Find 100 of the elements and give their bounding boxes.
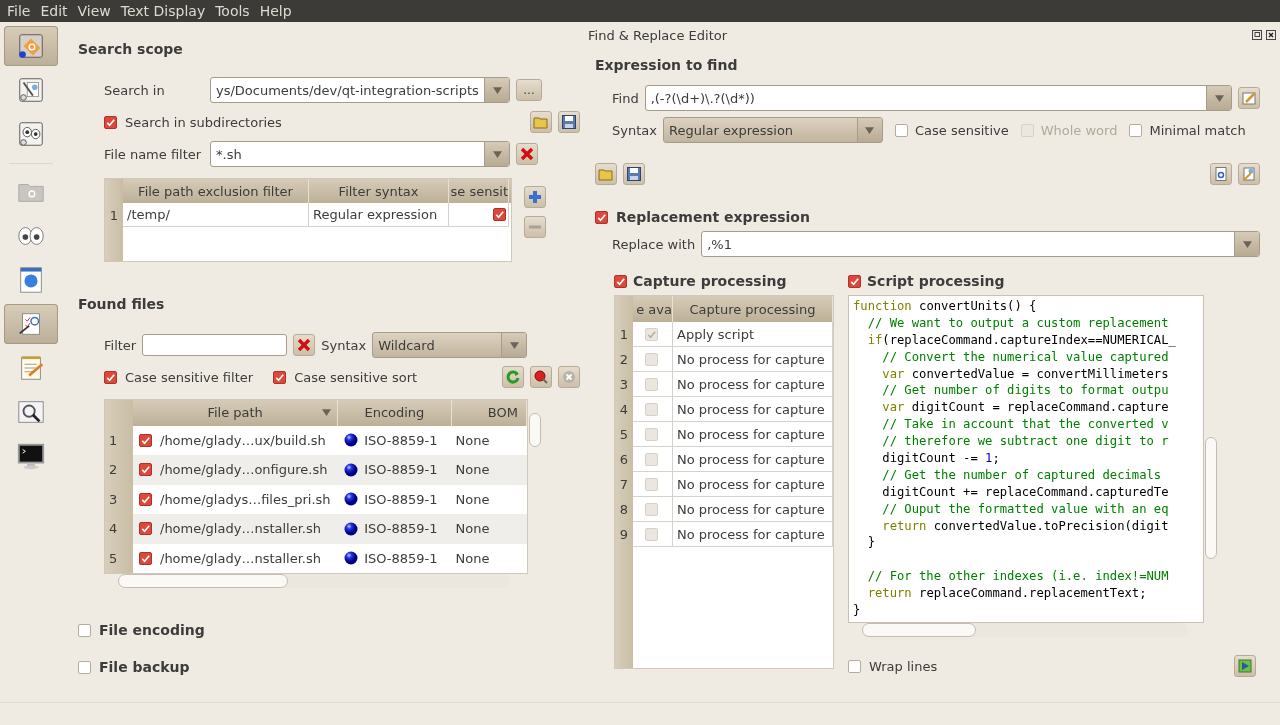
eyes-icon xyxy=(16,119,46,149)
open-folder-button[interactable] xyxy=(530,111,552,133)
checkbox[interactable] xyxy=(848,274,861,288)
checkbox[interactable] xyxy=(595,210,608,224)
code-line: var convertedValue = convertMillimeters xyxy=(881,365,1170,383)
save-button[interactable] xyxy=(558,111,580,133)
plus-icon xyxy=(527,189,543,205)
browse-button[interactable]: ... xyxy=(516,79,542,101)
checkbox[interactable] xyxy=(139,522,152,536)
checkbox[interactable] xyxy=(493,208,506,221)
table-cell: None xyxy=(451,514,527,544)
column-header[interactable]: File path exclusion filter xyxy=(123,179,309,203)
edit-button[interactable] xyxy=(1238,87,1260,109)
add-button[interactable] xyxy=(524,186,546,208)
table-corner xyxy=(615,296,633,322)
file-path: /home/glady…nstaller.sh xyxy=(160,550,321,566)
section-title: Script processing xyxy=(867,273,1005,289)
checkbox[interactable] xyxy=(894,123,908,137)
table-cell: No process for capture xyxy=(673,372,833,397)
checkbox[interactable] xyxy=(273,370,287,384)
table-cell: No process for capture xyxy=(673,472,833,497)
row-number: 1 xyxy=(615,322,633,347)
menu-item[interactable]: Text Display xyxy=(115,3,211,19)
column-header[interactable]: File path xyxy=(133,400,339,426)
field-label: Syntax xyxy=(321,337,367,353)
code-line: // Take in account that the converted v xyxy=(881,416,1170,434)
float-icon[interactable] xyxy=(1252,30,1262,40)
checkbox-label: Case sensitive filter xyxy=(125,369,254,385)
checkbox-label: Search in subdirectories xyxy=(125,114,283,130)
run-button[interactable] xyxy=(1234,655,1256,677)
code-line: var digitCount = replaceCommand.capture xyxy=(881,399,1170,417)
dropdown-caret-icon xyxy=(509,341,519,349)
checkbox[interactable] xyxy=(614,274,627,288)
clear-filter-button[interactable] xyxy=(293,334,316,356)
table-cell-text: None xyxy=(454,490,491,509)
encoding-text: ISO-8859-1 xyxy=(364,432,438,448)
menu-item[interactable]: View xyxy=(72,3,116,19)
code-line: if(replaceCommand.captureIndex==NUMERICAL_ xyxy=(866,331,1177,349)
column-header[interactable]: Encoding xyxy=(338,400,452,426)
save-button[interactable] xyxy=(623,163,645,185)
checkbox[interactable] xyxy=(139,551,152,565)
checkbox[interactable] xyxy=(848,659,861,673)
code-line: // therefore we subtract one digit to r xyxy=(881,433,1170,450)
checkbox[interactable] xyxy=(104,115,117,129)
open-button[interactable] xyxy=(595,163,617,185)
file-path: /home/glady…ux/build.sh xyxy=(160,432,326,448)
code-line: // Get number of digits to format outpu xyxy=(881,382,1170,400)
table-cell: /temp/ xyxy=(123,203,309,227)
search-button[interactable] xyxy=(530,366,552,388)
code-editor[interactable] xyxy=(848,295,1204,623)
column-header[interactable]: Capture processing xyxy=(673,296,833,322)
checkbox[interactable] xyxy=(78,660,91,674)
dropdown-caret-icon xyxy=(1214,94,1224,102)
checkbox[interactable] xyxy=(139,463,152,477)
checkbox[interactable] xyxy=(78,623,91,637)
code-line: function convertUnits() { xyxy=(853,298,1038,315)
field-label: Filter xyxy=(104,337,137,353)
encoding-icon xyxy=(344,433,359,448)
table-cell: No process for capture xyxy=(673,422,833,447)
field-label: File name filter xyxy=(104,146,203,162)
menu-item[interactable]: Help xyxy=(254,3,297,19)
file-name-filter-combo[interactable]: *.sh xyxy=(210,141,510,167)
horizontal-scrollbar[interactable] xyxy=(862,623,1188,637)
table-corner xyxy=(105,400,133,426)
row-number: 5 xyxy=(105,543,133,573)
stop-button[interactable] xyxy=(558,366,580,388)
checkbox[interactable] xyxy=(139,433,152,447)
settings-button[interactable] xyxy=(1238,163,1260,185)
code-line: // We want to output a custom replacement xyxy=(866,314,1170,332)
checkbox[interactable] xyxy=(139,492,152,506)
replace-combo[interactable]: ,%1 xyxy=(701,231,1260,257)
code-line: // For the other indexes (i.e. index!=NUM xyxy=(866,568,1170,586)
row-number: 3 xyxy=(105,484,133,514)
checkbox[interactable] xyxy=(104,370,117,384)
syntax-combo[interactable]: Regular expression xyxy=(662,117,883,143)
search-in-combo[interactable]: ys/Documents/dev/qt-integration-scripts xyxy=(210,77,510,103)
column-header[interactable]: BOM xyxy=(451,400,527,426)
filter-field[interactable] xyxy=(142,334,288,356)
refresh-button[interactable] xyxy=(502,366,524,388)
close-icon[interactable] xyxy=(1266,30,1276,40)
checkbox[interactable] xyxy=(1129,123,1143,137)
row-number: 7 xyxy=(615,472,633,497)
remove-button[interactable] xyxy=(524,216,546,238)
horizontal-scrollbar[interactable] xyxy=(118,574,510,588)
column-header[interactable]: Filter syntax xyxy=(309,179,449,203)
table-cell: No process for capture xyxy=(673,447,833,472)
clear-button[interactable] xyxy=(516,143,538,165)
dropdown-caret-icon xyxy=(865,126,875,134)
folder-icon xyxy=(598,166,614,182)
column-header[interactable]: se sensit xyxy=(449,179,509,203)
menu-item[interactable]: File xyxy=(2,3,36,19)
preview-button[interactable] xyxy=(1210,163,1232,185)
column-header[interactable]: e ava xyxy=(633,296,673,322)
save-icon xyxy=(626,166,642,182)
syntax-combo[interactable]: Wildcard xyxy=(372,332,528,358)
find-combo[interactable]: ,(-?(\d+)\.?(\d*)) xyxy=(644,85,1232,111)
menu-item[interactable]: Tools xyxy=(210,3,255,19)
menu-item[interactable]: Edit xyxy=(35,3,73,19)
table-corner xyxy=(105,179,123,203)
table-cell: No process for capture xyxy=(673,522,833,547)
